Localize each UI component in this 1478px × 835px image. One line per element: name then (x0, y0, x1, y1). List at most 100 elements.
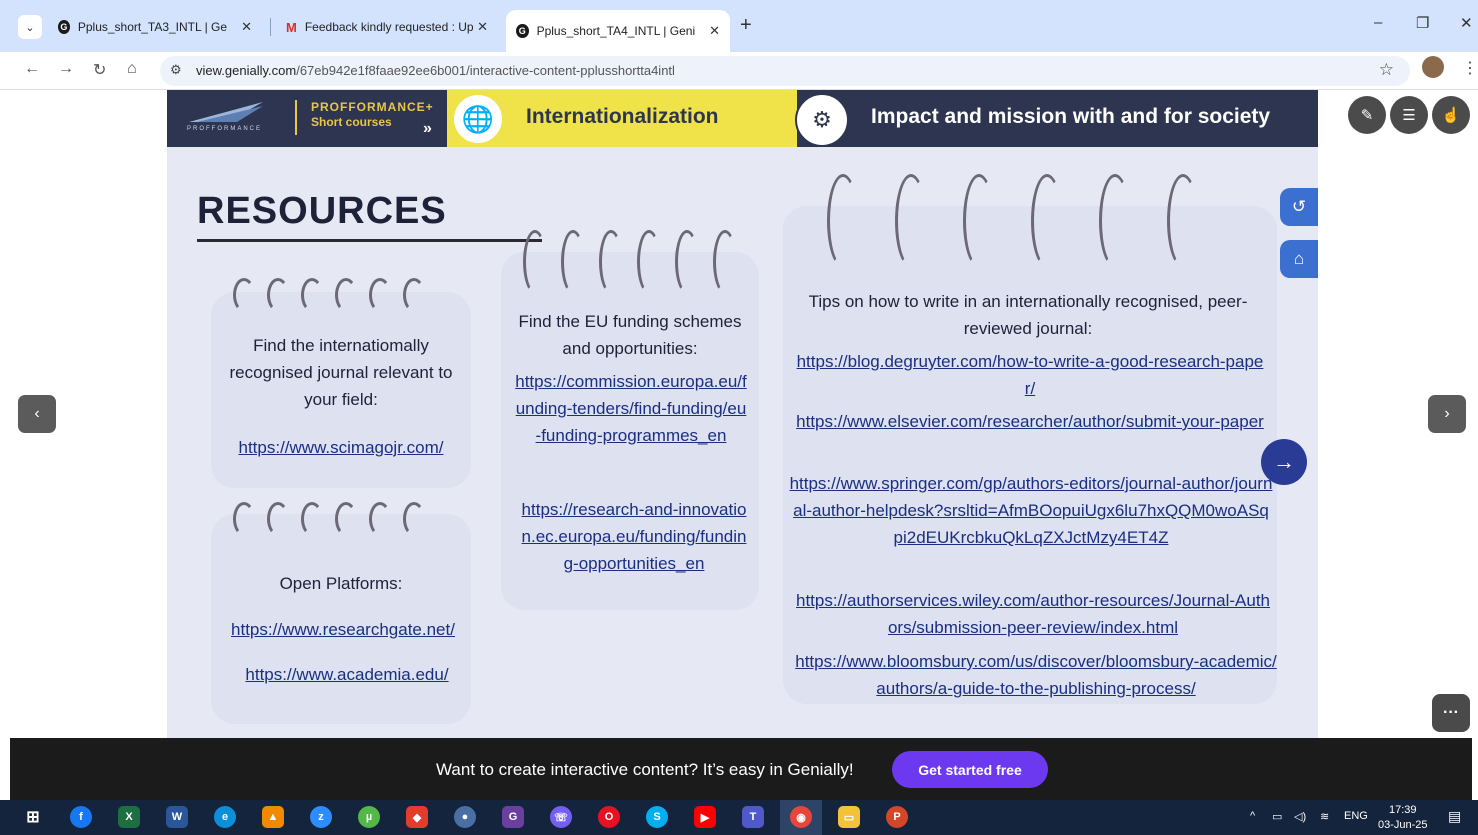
card-journal-text: Find the internatiomally recognised jour… (229, 336, 453, 409)
next-arrow-icon[interactable]: → (1261, 439, 1307, 485)
degruyter-link[interactable]: https://blog.degruyter.com/how-to-write-… (793, 348, 1267, 402)
spiral-rings (827, 174, 1199, 268)
tab-ta4-active[interactable]: G Pplus_short_TA4_INTL | Genially ✕ (506, 10, 730, 52)
next-slide-button[interactable]: › (1428, 395, 1466, 433)
time: 17:39 (1389, 804, 1417, 816)
excel-icon[interactable]: X (118, 806, 140, 828)
globe-icon[interactable]: 🌐 (451, 92, 505, 146)
elsevier-link[interactable]: https://www.elsevier.com/researcher/auth… (793, 408, 1267, 435)
back-icon[interactable]: ← (24, 60, 40, 78)
academia-link[interactable]: https://www.academia.edu/ (221, 661, 473, 688)
pencil-icon[interactable]: ✎ (1348, 96, 1386, 134)
bloomsbury-link[interactable]: https://www.bloomsbury.com/us/discover/b… (793, 648, 1279, 702)
tab-ta3[interactable]: G Pplus_short_TA3_INTL | Genially ✕ (48, 10, 262, 44)
brand-arrow: » (423, 120, 432, 137)
address-bar[interactable]: ⚙ view.genially.com/67eb942e1f8faae92ee6… (160, 56, 1410, 86)
back-icon[interactable]: ↺ (1280, 188, 1318, 226)
notification-icon[interactable]: ▤ (1448, 808, 1461, 825)
brand-subtitle: Short courses (311, 115, 392, 129)
genially-icon: G (516, 24, 529, 38)
anydesk-icon[interactable]: ◆ (406, 806, 428, 828)
genially-icon: G (58, 20, 70, 34)
clock[interactable]: 17:39 03-Jun-25 (1378, 803, 1428, 833)
file-explorer-icon[interactable]: ▭ (838, 806, 860, 828)
minimize-button[interactable]: – (1374, 14, 1382, 31)
site-settings-icon[interactable]: ⚙ (170, 62, 182, 78)
windows-start-icon[interactable]: ⊞ (22, 806, 44, 828)
get-started-button[interactable]: Get started free (892, 751, 1048, 788)
more-options-button[interactable]: ··· (1432, 694, 1470, 732)
research-innovation-link[interactable]: https://research-and-innovation.ec.europ… (521, 496, 747, 577)
zoom-icon[interactable]: z (310, 806, 332, 828)
checklist-icon[interactable]: ☰ (1390, 96, 1428, 134)
close-window-button[interactable]: ✕ (1460, 14, 1473, 32)
brand-title: PROFFORMANCE+ (311, 100, 434, 114)
card-tips-text: Tips on how to write in an international… (808, 292, 1248, 338)
browser-menu-icon[interactable]: ⋮ (1462, 58, 1478, 78)
tab-feedback[interactable]: M Feedback kindly requested : Up ✕ (276, 10, 498, 44)
promo-text: Want to create interactive content? It’s… (436, 760, 854, 779)
page-title: RESOURCES (197, 190, 447, 232)
url-text: view.genially.com/67eb942e1f8faae92ee6b0… (196, 63, 675, 78)
spiral-rings (233, 502, 425, 536)
bookmark-star-icon[interactable]: ☆ (1379, 60, 1394, 80)
reload-icon[interactable]: ↻ (93, 60, 106, 80)
volume-icon[interactable]: ◁) (1294, 810, 1306, 823)
society-icon[interactable]: ⚙ (795, 93, 849, 147)
skype-icon[interactable]: S (646, 806, 668, 828)
forward-icon[interactable]: → (58, 60, 74, 78)
researchgate-link[interactable]: https://www.researchgate.net/ (217, 616, 469, 643)
card-eu-text: Find the EU funding schemes and opportun… (518, 312, 742, 358)
tab-strip: ⌄ G Pplus_short_TA3_INTL | Genially ✕ M … (0, 0, 1478, 52)
app-icon[interactable]: ● (454, 806, 476, 828)
chrome-icon[interactable]: ◉ (790, 806, 812, 828)
windows-taskbar: ⊞ f X W e ▲ z µ ◆ ● G ☏ O S ▶ T ◉ ▭ P ^ … (0, 800, 1478, 835)
teams-icon[interactable]: T (742, 806, 764, 828)
close-icon[interactable]: ✕ (477, 19, 488, 35)
word-icon[interactable]: W (166, 806, 188, 828)
new-tab-button[interactable]: + (740, 14, 752, 37)
date: 03-Jun-25 (1378, 819, 1428, 831)
gimp-icon[interactable]: G (502, 806, 524, 828)
home-icon[interactable]: ⌂ (1280, 240, 1318, 278)
home-icon[interactable]: ⌂ (127, 60, 137, 78)
tab-title: Pplus_short_TA3_INTL | Genially (77, 20, 228, 34)
logo-text: PROFFORMANCE (187, 126, 262, 132)
edge-icon[interactable]: e (214, 806, 236, 828)
prev-slide-button[interactable]: ‹ (18, 395, 56, 433)
pointer-icon[interactable]: ☝ (1432, 96, 1470, 134)
youtube-icon[interactable]: ▶ (694, 806, 716, 828)
facebook-icon[interactable]: f (70, 806, 92, 828)
utorrent-icon[interactable]: µ (358, 806, 380, 828)
tab-separator (270, 18, 271, 36)
scimago-link[interactable]: https://www.scimagojr.com/ (221, 434, 461, 461)
spiral-rings (523, 230, 737, 294)
battery-icon[interactable]: ▭ (1272, 810, 1282, 823)
card-platforms-heading: Open Platforms: (279, 574, 403, 593)
viber-icon[interactable]: ☏ (550, 806, 572, 828)
language-indicator[interactable]: ENG (1344, 810, 1368, 822)
page-content: ‹ › ✎ ☰ ☝ ··· PROFFORMANCE PROFFORMANCE+… (0, 90, 1478, 738)
springer-link[interactable]: https://www.springer.com/gp/authors-edit… (789, 470, 1273, 551)
restore-button[interactable]: ❐ (1416, 14, 1429, 32)
wifi-icon[interactable]: ≋ (1320, 810, 1329, 823)
tray-chevron-icon[interactable]: ^ (1250, 810, 1255, 822)
close-icon[interactable]: ✕ (709, 23, 720, 39)
slide: PROFFORMANCE PROFFORMANCE+ Short courses… (167, 90, 1318, 738)
tab-search-menu-icon[interactable]: ⌄ (18, 15, 42, 39)
profformance-logo (189, 102, 263, 122)
vlc-icon[interactable]: ▲ (262, 806, 284, 828)
spiral-rings (233, 278, 425, 312)
commission-europa-link[interactable]: https://commission.europa.eu/funding-ten… (515, 368, 747, 449)
genially-promo-bar: Want to create interactive content? It’s… (10, 738, 1472, 800)
title-underline (197, 239, 542, 242)
tab-title: Pplus_short_TA4_INTL | Genially (536, 24, 696, 38)
impact-mission-link[interactable]: Impact and mission with and for society (871, 105, 1270, 129)
wiley-link[interactable]: https://authorservices.wiley.com/author-… (793, 587, 1273, 641)
profile-avatar[interactable] (1422, 56, 1444, 78)
internationalization-link[interactable]: Internationalization (526, 105, 719, 129)
browser-toolbar: ← → ↻ ⌂ ⚙ view.genially.com/67eb942e1f8f… (0, 52, 1478, 90)
powerpoint-icon[interactable]: P (886, 806, 908, 828)
opera-icon[interactable]: O (598, 806, 620, 828)
close-icon[interactable]: ✕ (241, 19, 252, 35)
